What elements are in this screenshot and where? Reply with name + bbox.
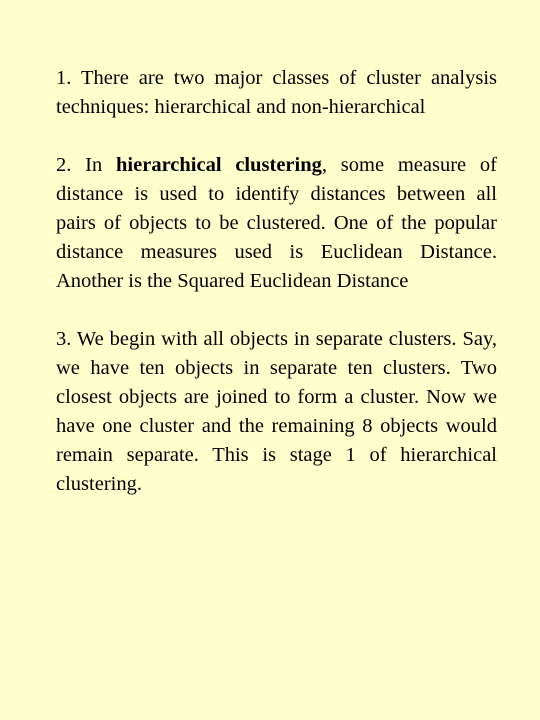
- slide-body: 1. There are two major classes of cluste…: [56, 64, 497, 499]
- paragraph-2-prefix: 2. In: [56, 154, 117, 176]
- paragraph-2-bold-term: hierarchical clustering: [116, 154, 322, 176]
- paragraph-3: 3. We begin with all objects in separate…: [56, 325, 497, 499]
- paragraph-1: 1. There are two major classes of cluste…: [56, 64, 497, 122]
- paragraph-3-text: 3. We begin with all objects in separate…: [56, 328, 497, 495]
- paragraph-2: 2. In hierarchical clustering, some meas…: [56, 151, 497, 296]
- paragraph-1-text: 1. There are two major classes of cluste…: [56, 67, 497, 118]
